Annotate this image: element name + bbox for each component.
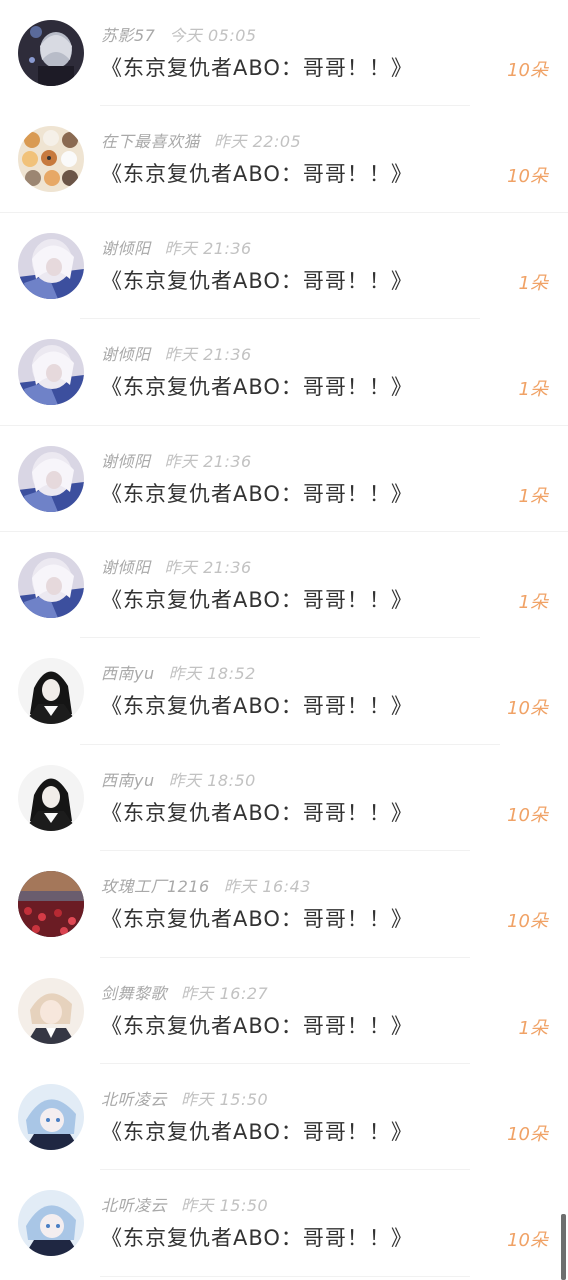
username[interactable]: 北听凌云 [101, 1090, 167, 1109]
username[interactable]: 谢倾阳 [101, 558, 151, 577]
username[interactable]: 在下最喜欢猫 [101, 132, 200, 151]
username[interactable]: 谢倾阳 [101, 239, 151, 258]
work-title[interactable]: 《东京复仇者ABO：哥哥！！》 [101, 158, 413, 188]
avatar[interactable] [18, 232, 84, 299]
username[interactable]: 北听凌云 [101, 1196, 167, 1215]
list-item[interactable]: 谢倾阳 昨天 21:36 《东京复仇者ABO：哥哥！！》 1朵 [0, 532, 568, 639]
gift-count: 10朵 [507, 1230, 548, 1252]
username[interactable]: 谢倾阳 [101, 452, 151, 471]
list-item[interactable]: 北听凌云 昨天 15:50 《东京复仇者ABO：哥哥！！》 10朵 [0, 1064, 568, 1171]
timestamp: 今天 05:05 [169, 26, 257, 45]
list-item[interactable]: 西南yu 昨天 18:52 《东京复仇者ABO：哥哥！！》 10朵 [0, 638, 568, 745]
avatar-light-hair-icon [18, 977, 84, 1044]
avatar-cats-icon [18, 126, 84, 193]
meta-line: 苏影57 今天 05:05 [101, 22, 257, 46]
timestamp: 昨天 21:36 [164, 238, 252, 258]
list-item[interactable]: 在下最喜欢猫 昨天 22:05 《东京复仇者ABO：哥哥！！》 10朵 [0, 106, 568, 213]
timestamp: 昨天 21:36 [164, 345, 252, 365]
work-title[interactable]: 《东京复仇者ABO：哥哥！！》 [101, 265, 413, 295]
work-title[interactable]: 《东京复仇者ABO：哥哥！！》 [101, 584, 413, 614]
gift-count: 1朵 [518, 379, 548, 401]
work-title[interactable]: 《东京复仇者ABO：哥哥！！》 [101, 478, 413, 508]
gift-count: 10朵 [507, 166, 548, 188]
timestamp: 昨天 18:50 [168, 770, 256, 790]
meta-line: 谢倾阳 昨天 21:36 [101, 554, 252, 578]
meta-line: 谢倾阳 昨天 21:36 [101, 448, 252, 472]
list-item[interactable]: 谢倾阳 昨天 21:36 《东京复仇者ABO：哥哥！！》 1朵 [0, 426, 568, 532]
timestamp: 昨天 21:36 [164, 451, 252, 471]
avatar-black-hair-icon [18, 658, 84, 725]
avatar-blue-hair-icon [18, 1083, 84, 1150]
list-item[interactable]: 苏影57 今天 05:05 《东京复仇者ABO：哥哥！！》 10朵 [0, 0, 568, 107]
avatar[interactable] [18, 871, 84, 938]
timestamp: 昨天 22:05 [214, 132, 302, 152]
avatar-black-hair-icon [18, 764, 84, 831]
gift-count: 10朵 [507, 698, 548, 720]
meta-line: 谢倾阳 昨天 21:36 [101, 341, 252, 365]
list-item[interactable]: 谢倾阳 昨天 21:36 《东京复仇者ABO：哥哥！！》 1朵 [0, 319, 568, 426]
timestamp: 昨天 18:52 [168, 664, 256, 684]
meta-line: 北听凌云 昨天 15:50 [101, 1192, 268, 1216]
meta-line: 在下最喜欢猫 昨天 22:05 [101, 128, 301, 152]
gift-count: 10朵 [507, 1123, 548, 1145]
gift-count: 1朵 [518, 1017, 548, 1039]
avatar[interactable] [18, 126, 84, 193]
row-divider [100, 1275, 470, 1277]
list-item[interactable]: 剑舞黎歌 昨天 16:27 《东京复仇者ABO：哥哥！！》 1朵 [0, 958, 568, 1064]
meta-line: 剑舞黎歌 昨天 16:27 [101, 980, 268, 1004]
gift-record-list: 苏影57 今天 05:05 《东京复仇者ABO：哥哥！！》 10朵 在下最喜欢猫 昨天 2… [0, 0, 568, 1277]
meta-line: 玫瑰工厂1216 昨天 16:43 [101, 873, 311, 897]
avatar[interactable] [18, 445, 84, 512]
work-title[interactable]: 《东京复仇者ABO：哥哥！！》 [101, 1116, 413, 1146]
list-item[interactable]: 北听凌云 昨天 15:50 《东京复仇者ABO：哥哥！！》 10朵 [0, 1170, 568, 1277]
avatar-silver-hair-icon [18, 445, 84, 512]
work-title[interactable]: 《东京复仇者ABO：哥哥！！》 [101, 690, 413, 720]
list-item[interactable]: 谢倾阳 昨天 21:36 《东京复仇者ABO：哥哥！！》 1朵 [0, 213, 568, 320]
gift-count: 1朵 [518, 485, 548, 507]
meta-line: 谢倾阳 昨天 21:36 [101, 235, 252, 259]
gift-count: 10朵 [507, 911, 548, 933]
username[interactable]: 谢倾阳 [101, 345, 151, 364]
avatar-dark-hair-icon [18, 20, 84, 86]
avatar-silver-hair-icon [18, 232, 84, 299]
avatar[interactable] [18, 658, 84, 725]
username[interactable]: 苏影57 [101, 26, 155, 45]
work-title[interactable]: 《东京复仇者ABO：哥哥！！》 [101, 1222, 413, 1252]
meta-line: 西南yu 昨天 18:50 [101, 767, 256, 791]
gift-count: 1朵 [518, 272, 548, 294]
meta-line: 西南yu 昨天 18:52 [101, 660, 256, 684]
list-item[interactable]: 西南yu 昨天 18:50 《东京复仇者ABO：哥哥！！》 10朵 [0, 745, 568, 852]
gift-count: 1朵 [518, 591, 548, 613]
avatar[interactable] [18, 977, 84, 1044]
work-title[interactable]: 《东京复仇者ABO：哥哥！！》 [101, 52, 413, 82]
avatar-blue-hair-icon [18, 1190, 84, 1257]
avatar[interactable] [18, 20, 84, 86]
scrollbar[interactable] [561, 1214, 566, 1280]
gift-count: 10朵 [507, 60, 548, 81]
avatar-silver-hair-icon [18, 339, 84, 406]
username[interactable]: 西南yu [101, 664, 155, 683]
username[interactable]: 剑舞黎歌 [101, 984, 167, 1003]
list-item[interactable]: 玫瑰工厂1216 昨天 16:43 《东京复仇者ABO：哥哥！！》 10朵 [0, 851, 568, 958]
timestamp: 昨天 16:43 [223, 877, 311, 897]
avatar[interactable] [18, 551, 84, 618]
avatar[interactable] [18, 764, 84, 831]
work-title[interactable]: 《东京复仇者ABO：哥哥！！》 [101, 797, 413, 827]
timestamp: 昨天 21:36 [164, 557, 252, 577]
avatar-silver-hair-icon [18, 551, 84, 618]
avatar[interactable] [18, 339, 84, 406]
avatar[interactable] [18, 1190, 84, 1257]
timestamp: 昨天 15:50 [181, 1196, 269, 1216]
timestamp: 昨天 15:50 [181, 1089, 269, 1109]
work-title[interactable]: 《东京复仇者ABO：哥哥！！》 [101, 1010, 413, 1040]
username[interactable]: 西南yu [101, 771, 155, 790]
meta-line: 北听凌云 昨天 15:50 [101, 1086, 268, 1110]
avatar-rose-field-icon [18, 871, 84, 938]
timestamp: 昨天 16:27 [181, 983, 269, 1003]
work-title[interactable]: 《东京复仇者ABO：哥哥！！》 [101, 903, 413, 933]
work-title[interactable]: 《东京复仇者ABO：哥哥！！》 [101, 371, 413, 401]
gift-count: 10朵 [507, 804, 548, 826]
username[interactable]: 玫瑰工厂1216 [101, 877, 210, 896]
avatar[interactable] [18, 1083, 84, 1150]
